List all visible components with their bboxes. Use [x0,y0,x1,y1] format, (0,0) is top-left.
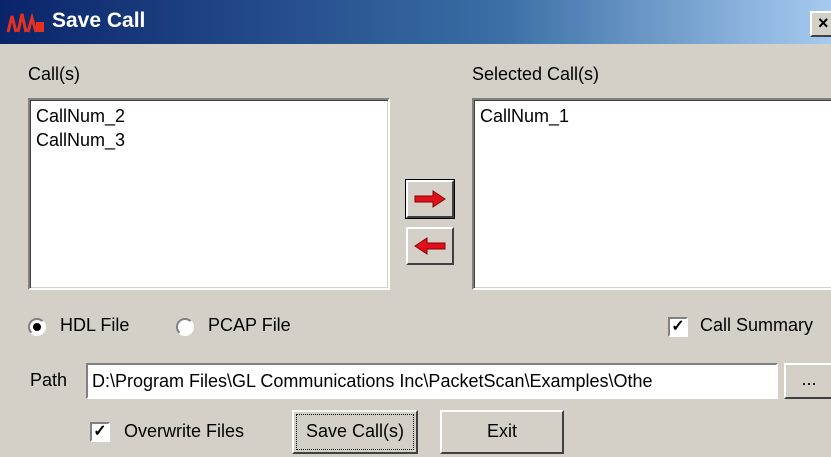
arrow-right-icon [414,190,446,208]
close-icon: × [818,13,829,33]
hdl-file-radio[interactable] [28,318,46,336]
pcap-file-radio[interactable] [176,318,194,336]
remove-call-button[interactable] [406,227,454,265]
calls-listbox[interactable]: CallNum_2 CallNum_3 [28,98,390,290]
exit-label: Exit [486,421,517,441]
path-label: Path [30,370,68,390]
selected-calls-label: Selected Call(s) [472,64,600,84]
radio-selected-dot [33,323,41,331]
exit-button[interactable]: Exit [440,410,564,454]
save-calls-label: Save Call(s) [305,421,405,441]
list-item[interactable]: CallNum_3 [36,128,382,152]
calls-label: Call(s) [28,64,80,84]
pcap-file-label[interactable]: PCAP File [208,315,291,336]
browse-button[interactable]: ... [784,363,831,399]
list-item[interactable]: CallNum_1 [480,104,826,128]
path-input[interactable]: D:\Program Files\GL Communications Inc\P… [86,363,778,399]
app-logo-icon [6,12,44,33]
window-title: Save Call [52,9,146,32]
title-bar: Save Call × [0,0,831,44]
list-item[interactable]: CallNum_2 [36,104,382,128]
add-call-button[interactable] [405,179,455,219]
browse-button-label: ... [801,369,817,389]
overwrite-files-label[interactable]: Overwrite Files [124,421,244,442]
close-button[interactable]: × [810,11,831,37]
save-calls-button[interactable]: Save Call(s) [292,410,418,454]
arrow-left-icon [414,237,446,255]
call-summary-checkbox[interactable]: ✓ [668,317,688,337]
hdl-file-label[interactable]: HDL File [60,315,129,336]
overwrite-files-checkbox[interactable]: ✓ [90,422,110,442]
check-icon: ✓ [671,318,685,335]
selected-calls-listbox[interactable]: CallNum_1 [472,98,831,290]
call-summary-label[interactable]: Call Summary [700,315,813,336]
check-icon: ✓ [93,423,107,440]
